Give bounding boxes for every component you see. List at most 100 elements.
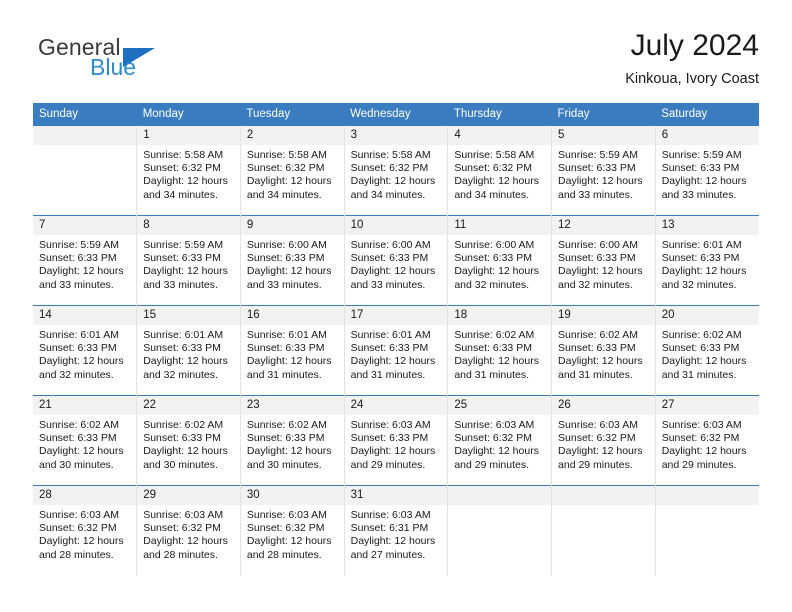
- day-details: Sunrise: 6:03 AM Sunset: 6:32 PM Daylight:…: [552, 415, 655, 472]
- day-number: 9: [240, 216, 344, 235]
- weekday-header-row: Sunday Monday Tuesday Wednesday Thursday…: [33, 103, 759, 126]
- calendar-day-cell[interactable]: 13 Sunrise: 6:01 AM Sunset: 6:33 PM Dayligh…: [654, 215, 759, 306]
- day-detail-line: and 28 minutes.: [143, 548, 218, 561]
- day-number: 7: [33, 216, 137, 235]
- day-number: 17: [344, 306, 448, 325]
- day-detail-line: Daylight: 12 hours: [454, 355, 539, 368]
- day-detail-line: and 33 minutes.: [143, 278, 218, 291]
- day-detail-line: Sunrise: 6:03 AM: [454, 419, 535, 431]
- calendar-day-cell[interactable]: 16 Sunrise: 6:01 AM Sunset: 6:33 PM Dayligh…: [239, 305, 345, 396]
- day-number: 12: [552, 216, 655, 235]
- day-details: Sunrise: 6:03 AM Sunset: 6:32 PM Daylight:…: [137, 505, 240, 562]
- calendar-day-cell[interactable]: 4 Sunrise: 5:58 AM Sunset: 6:32 PM Daylight…: [447, 125, 552, 216]
- day-details: Sunrise: 6:02 AM Sunset: 6:33 PM Daylight:…: [33, 415, 136, 472]
- day-number: 6: [655, 126, 759, 145]
- calendar-day-cell[interactable]: 27 Sunrise: 6:03 AM Sunset: 6:32 PM Dayligh…: [654, 395, 759, 486]
- weekday-wednesday: Wednesday: [344, 103, 448, 126]
- day-detail-line: Sunrise: 5:58 AM: [350, 149, 431, 161]
- calendar-day-cell[interactable]: 18 Sunrise: 6:02 AM Sunset: 6:33 PM Dayligh…: [447, 305, 552, 396]
- day-details: Sunrise: 6:02 AM Sunset: 6:33 PM Daylight:…: [552, 325, 655, 382]
- day-number: 10: [344, 216, 448, 235]
- calendar-day-cell[interactable]: 19 Sunrise: 6:02 AM Sunset: 6:33 PM Dayligh…: [551, 305, 656, 396]
- calendar-day-cell[interactable]: 20 Sunrise: 6:02 AM Sunset: 6:33 PM Dayligh…: [654, 305, 759, 396]
- calendar-day-cell[interactable]: 11 Sunrise: 6:00 AM Sunset: 6:33 PM Dayligh…: [447, 215, 552, 306]
- day-detail-line: Sunrise: 6:02 AM: [143, 419, 224, 431]
- calendar-day-cell[interactable]: 31 Sunrise: 6:03 AM Sunset: 6:31 PM Dayligh…: [343, 485, 448, 576]
- day-detail-line: and 33 minutes.: [661, 188, 737, 201]
- day-number: 8: [137, 216, 240, 235]
- day-number: 4: [448, 126, 552, 145]
- calendar-day-cell[interactable]: 9 Sunrise: 6:00 AM Sunset: 6:33 PM Daylight…: [239, 215, 345, 306]
- calendar-day-cell[interactable]: 10 Sunrise: 6:00 AM Sunset: 6:33 PM Dayligh…: [343, 215, 448, 306]
- day-detail-line: Sunset: 6:33 PM: [558, 162, 636, 175]
- day-detail-line: Daylight: 12 hours: [661, 445, 747, 458]
- day-detail-line: Daylight: 12 hours: [246, 265, 332, 278]
- day-details: Sunrise: 6:03 AM Sunset: 6:32 PM Daylight:…: [33, 505, 136, 562]
- day-detail-line: Sunset: 6:32 PM: [558, 432, 636, 445]
- day-detail-line: Sunset: 6:33 PM: [246, 432, 325, 445]
- calendar-day-cell[interactable]: 21 Sunrise: 6:02 AM Sunset: 6:33 PM Dayligh…: [33, 395, 137, 486]
- calendar-day-cell[interactable]: 25 Sunrise: 6:03 AM Sunset: 6:32 PM Dayligh…: [447, 395, 552, 486]
- calendar-empty-cell: [33, 125, 137, 216]
- logo-text-blue: Blue: [90, 54, 137, 80]
- day-detail-line: Sunset: 6:33 PM: [454, 252, 532, 265]
- calendar-day-cell[interactable]: 26 Sunrise: 6:03 AM Sunset: 6:32 PM Dayligh…: [551, 395, 656, 486]
- day-number: 15: [137, 306, 240, 325]
- day-detail-line: Daylight: 12 hours: [454, 265, 539, 278]
- day-number: 14: [33, 306, 137, 325]
- day-number: 18: [448, 306, 552, 325]
- day-details: Sunrise: 6:00 AM Sunset: 6:33 PM Daylight:…: [241, 235, 344, 292]
- day-detail-line: Sunrise: 5:59 AM: [558, 149, 638, 161]
- day-detail-line: Sunset: 6:32 PM: [454, 162, 532, 175]
- calendar-day-cell[interactable]: 23 Sunrise: 6:02 AM Sunset: 6:33 PM Dayligh…: [239, 395, 345, 486]
- calendar-day-cell[interactable]: 5 Sunrise: 5:59 AM Sunset: 6:33 PM Daylight…: [551, 125, 656, 216]
- day-detail-line: Daylight: 12 hours: [558, 445, 643, 458]
- day-detail-line: Sunrise: 6:00 AM: [454, 239, 535, 251]
- calendar-body: 1 Sunrise: 5:58 AM Sunset: 6:32 PM Daylight…: [33, 125, 759, 576]
- day-details: Sunrise: 6:02 AM Sunset: 6:33 PM Daylight:…: [137, 415, 240, 472]
- day-details: Sunrise: 6:00 AM Sunset: 6:33 PM Daylight:…: [552, 235, 655, 292]
- calendar-day-cell[interactable]: 6 Sunrise: 5:59 AM Sunset: 6:33 PM Daylight…: [654, 125, 759, 216]
- calendar-day-cell[interactable]: 24 Sunrise: 6:03 AM Sunset: 6:33 PM Dayligh…: [343, 395, 448, 486]
- day-detail-line: and 31 minutes.: [454, 368, 530, 381]
- day-detail-line: Sunset: 6:32 PM: [143, 162, 221, 175]
- day-detail-line: Daylight: 12 hours: [350, 265, 436, 278]
- calendar-day-cell[interactable]: 17 Sunrise: 6:01 AM Sunset: 6:33 PM Dayligh…: [343, 305, 448, 396]
- day-detail-line: and 28 minutes.: [246, 548, 322, 561]
- day-detail-line: Sunrise: 6:03 AM: [246, 509, 327, 521]
- calendar-day-cell[interactable]: 12 Sunrise: 6:00 AM Sunset: 6:33 PM Dayligh…: [551, 215, 656, 306]
- day-detail-line: Sunset: 6:33 PM: [39, 252, 117, 265]
- calendar-day-cell[interactable]: 29 Sunrise: 6:03 AM Sunset: 6:32 PM Dayligh…: [136, 485, 241, 576]
- day-detail-line: Daylight: 12 hours: [246, 355, 332, 368]
- calendar-day-cell[interactable]: 28 Sunrise: 6:03 AM Sunset: 6:32 PM Dayligh…: [33, 485, 137, 576]
- day-detail-line: and 34 minutes.: [246, 188, 322, 201]
- weekday-monday: Monday: [136, 103, 241, 126]
- day-details: Sunrise: 6:02 AM Sunset: 6:33 PM Daylight:…: [448, 325, 551, 382]
- calendar-day-cell[interactable]: 30 Sunrise: 6:03 AM Sunset: 6:32 PM Dayligh…: [239, 485, 345, 576]
- day-detail-line: Sunset: 6:33 PM: [661, 342, 740, 355]
- day-details: Sunrise: 5:58 AM Sunset: 6:32 PM Daylight:…: [345, 145, 448, 202]
- weekday-thursday: Thursday: [447, 103, 552, 126]
- day-detail-line: and 29 minutes.: [454, 458, 530, 471]
- day-details: Sunrise: 5:58 AM Sunset: 6:32 PM Daylight:…: [241, 145, 344, 202]
- day-number: 22: [137, 396, 240, 415]
- calendar-day-cell[interactable]: 2 Sunrise: 5:58 AM Sunset: 6:32 PM Daylight…: [239, 125, 345, 216]
- calendar-day-cell[interactable]: 8 Sunrise: 5:59 AM Sunset: 6:33 PM Daylight…: [136, 215, 241, 306]
- general-blue-logo[interactable]: General Blue: [33, 34, 233, 86]
- calendar-day-cell[interactable]: 3 Sunrise: 5:58 AM Sunset: 6:32 PM Daylight…: [343, 125, 448, 216]
- calendar-day-cell[interactable]: 15 Sunrise: 6:01 AM Sunset: 6:33 PM Dayligh…: [136, 305, 241, 396]
- day-detail-line: Sunrise: 6:01 AM: [143, 329, 224, 341]
- calendar-day-cell[interactable]: 22 Sunrise: 6:02 AM Sunset: 6:33 PM Dayligh…: [136, 395, 241, 486]
- day-detail-line: Sunrise: 6:02 AM: [661, 329, 742, 341]
- day-detail-line: and 32 minutes.: [143, 368, 218, 381]
- calendar-day-cell[interactable]: 7 Sunrise: 5:59 AM Sunset: 6:33 PM Daylight…: [33, 215, 137, 306]
- day-detail-line: Daylight: 12 hours: [39, 535, 124, 548]
- calendar-day-cell[interactable]: 1 Sunrise: 5:58 AM Sunset: 6:32 PM Daylight…: [136, 125, 241, 216]
- calendar-week-row: 28 Sunrise: 6:03 AM Sunset: 6:32 PM Dayligh…: [33, 485, 759, 576]
- day-detail-line: and 33 minutes.: [39, 278, 114, 291]
- day-detail-line: Sunrise: 5:59 AM: [661, 149, 742, 161]
- day-details: Sunrise: 6:00 AM Sunset: 6:33 PM Daylight:…: [448, 235, 551, 292]
- calendar-day-cell[interactable]: 14 Sunrise: 6:01 AM Sunset: 6:33 PM Dayligh…: [33, 305, 137, 396]
- page-title: July 2024: [630, 29, 759, 62]
- day-number: 21: [33, 396, 137, 415]
